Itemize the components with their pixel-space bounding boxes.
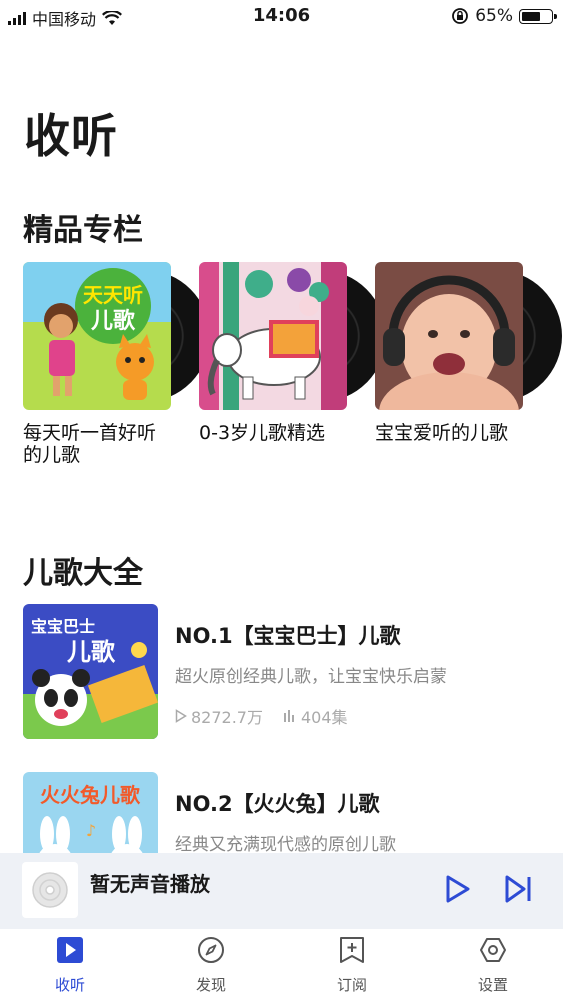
compass-icon <box>198 937 224 963</box>
play-count: 8272.7万 <box>191 708 263 727</box>
list-item-cover: 宝宝巴士 儿歌 <box>23 604 158 739</box>
album-cover: 天天听 儿歌 <box>23 262 171 410</box>
collection-section-title: 儿歌大全 <box>23 556 143 591</box>
album-title: 宝宝爱听的儿歌 <box>375 422 509 444</box>
tab-label: 收听 <box>54 976 85 994</box>
tab-discover[interactable]: 发现 <box>161 929 261 1000</box>
status-bar: 中国移动 14:06 65% <box>0 0 563 34</box>
svg-text:天天听: 天天听 <box>83 283 143 307</box>
next-button[interactable] <box>498 869 538 909</box>
svg-text:儿歌: 儿歌 <box>90 308 136 334</box>
album-card[interactable]: 天天听 儿歌 每天听一首好听的儿歌 <box>23 262 210 466</box>
album-title: 0-3岁儿歌精选 <box>199 422 326 444</box>
svg-text:宝宝巴士: 宝宝巴士 <box>31 617 95 636</box>
tab-bar: 收听 发现 订阅 设置 <box>0 929 563 1000</box>
svg-text:♪: ♪ <box>86 821 96 840</box>
list-item[interactable]: 宝宝巴士 儿歌 NO.1【宝宝巴士】儿歌 超火原创经典儿歌，让宝宝快乐启蒙 82… <box>23 604 543 744</box>
gear-icon <box>480 938 506 962</box>
featured-section-title: 精品专栏 <box>23 213 143 248</box>
tab-label: 设置 <box>477 976 508 994</box>
tab-settings[interactable]: 设置 <box>443 929 543 1000</box>
album-title: 每天听一首好听的儿歌 <box>23 422 157 466</box>
play-count-icon <box>175 709 187 723</box>
mini-player[interactable]: 暂无声音播放 <box>0 853 563 929</box>
rotation-lock-icon <box>452 8 469 24</box>
svg-text:火火兔儿歌: 火火兔儿歌 <box>40 783 141 807</box>
list-item-desc: 超火原创经典儿歌，让宝宝快乐启蒙 <box>175 667 447 687</box>
battery-icon <box>519 8 557 24</box>
skip-next-icon <box>505 875 531 903</box>
tab-label: 订阅 <box>336 976 367 994</box>
player-cover <box>22 862 78 918</box>
play-button[interactable] <box>438 869 478 909</box>
battery-percent: 65% <box>475 6 513 26</box>
list-item-title: NO.1【宝宝巴士】儿歌 <box>175 624 401 648</box>
page-title: 收听 <box>24 109 118 163</box>
player-title: 暂无声音播放 <box>90 872 210 896</box>
list-item-title: NO.2【火火兔】儿歌 <box>175 792 380 816</box>
tab-listen[interactable]: 收听 <box>20 929 120 1000</box>
play-icon <box>446 875 470 903</box>
album-card[interactable]: 0-3岁儿歌精选 <box>199 262 386 444</box>
disc-icon <box>32 872 68 908</box>
album-cover <box>375 262 523 410</box>
svg-text:儿歌: 儿歌 <box>67 638 116 666</box>
play-square-icon <box>57 937 83 963</box>
tab-label: 发现 <box>195 976 226 994</box>
album-card[interactable]: 宝宝爱听的儿歌 <box>375 262 562 444</box>
episode-count: 404集 <box>301 708 348 727</box>
episodes-icon <box>284 710 294 722</box>
album-cover <box>199 262 347 410</box>
tab-subscribe[interactable]: 订阅 <box>302 929 402 1000</box>
list-item-desc: 经典又充满现代感的原创儿歌 <box>175 835 396 855</box>
bookmark-add-icon <box>340 937 364 963</box>
